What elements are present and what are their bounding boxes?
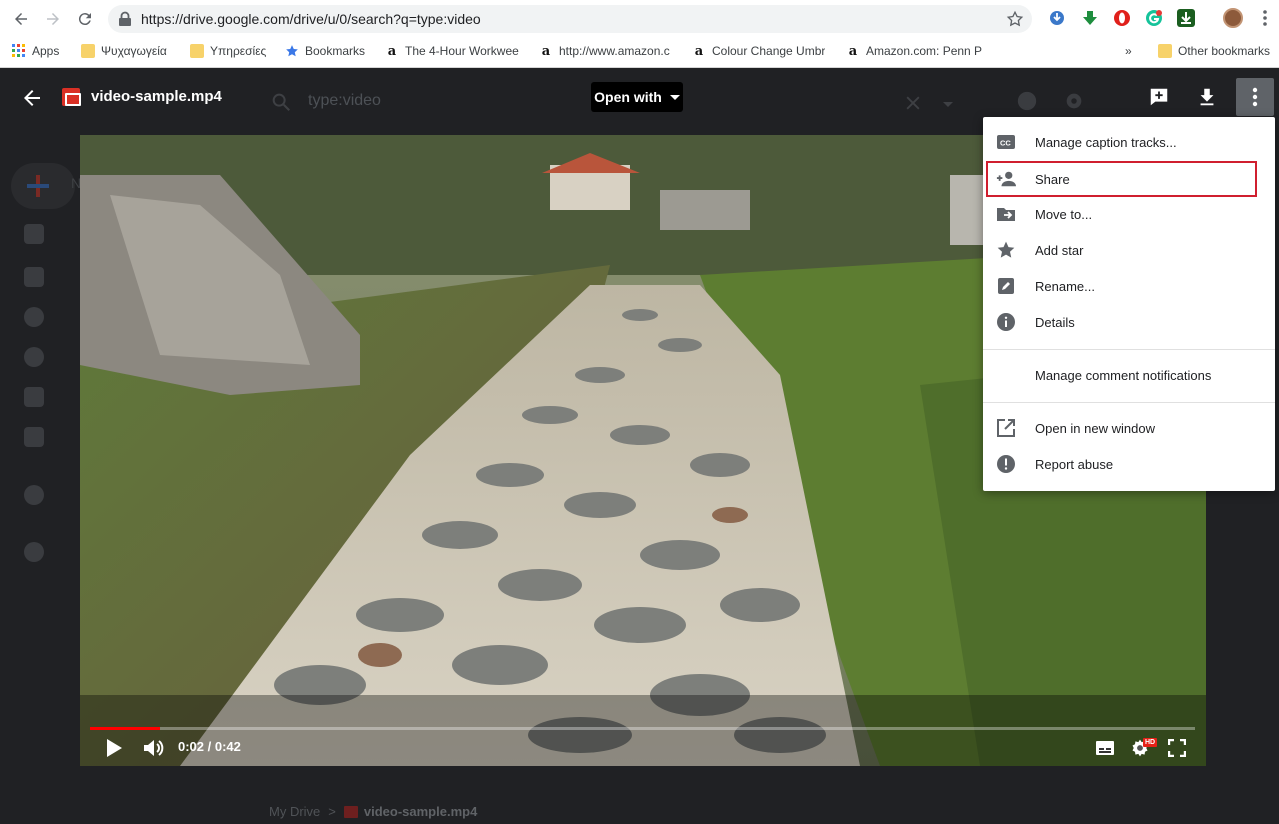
folder-icon — [81, 44, 95, 58]
seek-bar-played — [90, 727, 160, 730]
breadcrumb-separator: > — [328, 804, 336, 819]
bookmark-star-icon[interactable] — [1006, 10, 1024, 28]
reload-icon[interactable] — [74, 8, 96, 30]
breadcrumb: My Drive > video-sample.mp4 — [269, 804, 477, 819]
amazon-icon: a — [692, 44, 706, 59]
closed-caption-icon: CC — [996, 132, 1016, 152]
bookmark-amazon-url[interactable]: a http://www.amazon.c — [539, 42, 675, 60]
my-drive-icon — [24, 224, 44, 244]
amazon-icon: a — [846, 44, 860, 59]
pencil-icon — [996, 276, 1016, 296]
info-icon — [996, 312, 1016, 332]
report-icon — [996, 454, 1016, 474]
download-icon — [1200, 88, 1214, 106]
extension-opera-icon[interactable] — [1113, 9, 1131, 27]
seek-bar[interactable] — [90, 727, 1195, 730]
time-display: 0:02 / 0:42 — [178, 739, 241, 754]
hd-badge: HD — [1143, 738, 1158, 747]
back-arrow-icon[interactable] — [10, 8, 32, 30]
open-with-label: Open with — [594, 89, 662, 105]
menu-divider — [983, 349, 1275, 350]
menu-item-rename[interactable]: Rename... — [983, 268, 1275, 304]
breadcrumb-root[interactable]: My Drive — [269, 804, 320, 819]
profile-avatar[interactable] — [1223, 8, 1243, 28]
menu-item-manage-comment-notifications[interactable]: Manage comment notifications — [983, 357, 1275, 393]
volume-icon — [144, 740, 164, 756]
menu-item-share[interactable]: Share — [986, 161, 1257, 197]
trash-icon — [24, 427, 44, 447]
bookmarks-bar: Apps Ψυχαγωγεία Υπηρεσίες Bookmarks a Th… — [0, 38, 1279, 64]
address-bar[interactable]: https://drive.google.com/drive/u/0/searc… — [108, 5, 1032, 33]
bookmark-bookmarks[interactable]: Bookmarks — [285, 42, 365, 60]
video-file-icon — [343, 805, 358, 818]
amazon-icon: a — [539, 44, 553, 59]
person-add-icon — [996, 169, 1016, 189]
menu-item-open-in-new-window[interactable]: Open in new window — [983, 410, 1275, 446]
more-bookmarks-chevron[interactable]: » — [1125, 42, 1132, 60]
menu-item-add-star[interactable]: Add star — [983, 232, 1275, 268]
menu-item-manage-caption-tracks[interactable]: CC Manage caption tracks... — [983, 124, 1275, 160]
star-icon — [286, 45, 298, 57]
menu-item-report-abuse[interactable]: Report abuse — [983, 446, 1275, 482]
bookmark-colour-change-umbrella[interactable]: a Colour Change Umbr — [692, 42, 828, 60]
extension-download-manager-icon[interactable] — [1048, 9, 1066, 27]
storage-cloud-icon — [24, 542, 44, 562]
folder-icon — [1158, 44, 1172, 58]
bookmark-apps[interactable]: Apps — [12, 42, 59, 60]
close-viewer-back-icon[interactable] — [20, 86, 44, 110]
chrome-menu-icon[interactable] — [1257, 9, 1273, 27]
more-actions-button[interactable] — [1236, 78, 1274, 116]
move-to-folder-icon — [996, 204, 1016, 224]
extension-grammarly-icon[interactable] — [1145, 9, 1163, 27]
bookmark-other-bookmarks[interactable]: Other bookmarks — [1158, 42, 1270, 60]
shared-icon — [24, 307, 44, 327]
bookmark-folder-services[interactable]: Υπηρεσίες — [190, 42, 266, 60]
bookmark-folder-entertainment[interactable]: Ψυχαγωγεία — [81, 42, 167, 60]
folder-icon — [190, 44, 204, 58]
browser-toolbar: https://drive.google.com/drive/u/0/searc… — [0, 0, 1279, 68]
url-text[interactable]: https://drive.google.com/drive/u/0/searc… — [141, 11, 481, 27]
extension-save-icon[interactable] — [1177, 9, 1195, 27]
fullscreen-icon — [1168, 739, 1186, 757]
chevron-down-icon — [669, 94, 680, 100]
play-icon — [107, 739, 122, 757]
subtitles-icon — [1096, 741, 1114, 755]
more-vert-icon — [1252, 87, 1258, 107]
more-actions-menu: CC Manage caption tracks... Share Move t… — [983, 117, 1275, 491]
starred-icon — [24, 387, 44, 407]
recent-icon — [24, 347, 44, 367]
lock-icon — [119, 11, 131, 26]
star-icon — [996, 240, 1016, 260]
breadcrumb-file: video-sample.mp4 — [343, 804, 477, 819]
open-in-new-icon — [996, 418, 1016, 438]
add-comment-button[interactable] — [1147, 85, 1171, 109]
amazon-icon: a — [385, 44, 399, 59]
play-button[interactable] — [102, 736, 126, 760]
svg-text:CC: CC — [1000, 139, 1011, 148]
menu-divider — [983, 402, 1275, 403]
computers-icon — [24, 267, 44, 287]
download-button[interactable] — [1195, 85, 1219, 109]
apps-grid-icon — [12, 44, 25, 57]
backups-cloud-icon — [24, 485, 44, 505]
subtitles-button[interactable] — [1094, 737, 1116, 759]
volume-button[interactable] — [141, 736, 167, 760]
add-comment-icon — [1150, 88, 1168, 106]
viewer-file-name: video-sample.mp4 — [91, 88, 222, 105]
menu-item-details[interactable]: Details — [983, 304, 1275, 340]
menu-item-move-to[interactable]: Move to... — [983, 196, 1275, 232]
bookmark-amazon-penn[interactable]: a Amazon.com: Penn P — [846, 42, 982, 60]
video-file-icon — [62, 88, 81, 106]
forward-arrow-icon[interactable] — [42, 8, 64, 30]
extension-download-arrow-icon[interactable] — [1081, 9, 1099, 27]
open-with-button[interactable]: Open with — [591, 82, 683, 112]
bookmark-4-hour-workweek[interactable]: a The 4-Hour Workwee — [385, 42, 521, 60]
fullscreen-button[interactable] — [1166, 737, 1188, 759]
new-plus-icon — [27, 175, 49, 197]
